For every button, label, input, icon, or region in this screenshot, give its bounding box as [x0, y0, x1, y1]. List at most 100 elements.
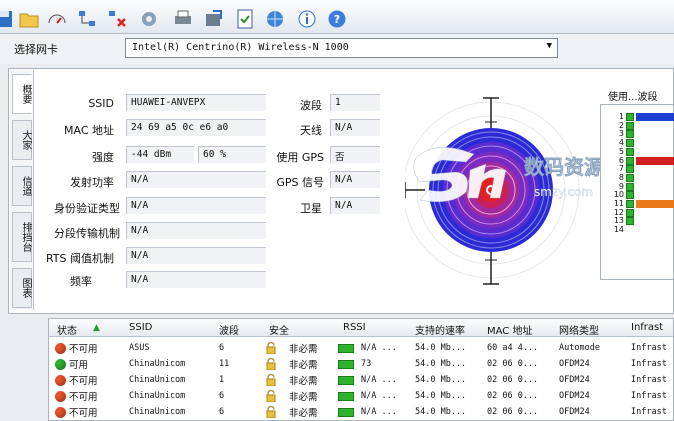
- sort-up-icon[interactable]: ▲: [93, 323, 100, 333]
- channel-number: 7: [618, 164, 624, 174]
- channel-checkbox[interactable]: [626, 139, 634, 148]
- cell-rssi: 73: [361, 359, 372, 369]
- tools-icon[interactable]: [138, 8, 160, 30]
- adapter-select[interactable]: Intel(R) Centrino(R) Wireless-N 1000 ▼: [125, 38, 558, 58]
- table-row[interactable]: 不可用 ChinaUnicom 1 非必需 N/A ... 54.0 Mb... 02 06…: [49, 372, 673, 388]
- gauge-icon[interactable]: [46, 8, 68, 30]
- channel-checkbox[interactable]: [626, 156, 634, 165]
- channel-checkbox[interactable]: [626, 113, 634, 121]
- cell-infrastructure: Infrast: [631, 407, 667, 417]
- network-icon[interactable]: [76, 8, 98, 30]
- cell-mac: 02 06 0...: [487, 375, 539, 385]
- table-row[interactable]: 不可用 ChinaUnicom 6 非必需 N/A ... 54.0 Mb... 02 06…: [49, 404, 673, 420]
- lock-icon: [266, 390, 276, 402]
- table-row[interactable]: 不可用 ChinaUnicom 6 非必需 N/A ... 54.0 Mb... 02 06…: [49, 388, 673, 404]
- globe-icon[interactable]: [264, 8, 286, 30]
- channel-checkbox[interactable]: [626, 191, 634, 200]
- save-icon[interactable]: [0, 8, 16, 30]
- cell-ssid: ChinaUnicom: [129, 375, 186, 385]
- frequency-label: 频率: [70, 275, 92, 288]
- tab-summary[interactable]: 概要: [12, 74, 32, 114]
- adapter-label: 选择网卡: [14, 43, 58, 56]
- table-row[interactable]: 不可用 ASUS 6 非必需 N/A ... 54.0 Mb... 60 a4 4... Au…: [49, 340, 673, 356]
- cell-ssid: ASUS: [129, 343, 150, 353]
- fragmentation-value: N/A: [126, 222, 266, 239]
- mac-value: 24 69 a5 0c e6 a0: [126, 119, 266, 136]
- network-list: 状态 ▲ SSID 波段 安全 RSSI 支持的速率 MAC 地址 网络类型 I…: [48, 318, 674, 421]
- channel-checkbox[interactable]: [626, 173, 634, 182]
- disconnect-icon[interactable]: [106, 8, 128, 30]
- cell-security: 非必需: [289, 360, 318, 371]
- export-icon[interactable]: [203, 8, 225, 30]
- cell-status: 不可用: [69, 392, 98, 403]
- cell-rssi: N/A ...: [361, 375, 397, 385]
- tab-gear[interactable]: 排挡台: [12, 212, 32, 262]
- checklist-icon[interactable]: [234, 8, 256, 30]
- header-network-type[interactable]: 网络类型: [559, 322, 599, 337]
- cell-ssid: ChinaUnicom: [129, 407, 186, 417]
- band-value: 1: [330, 94, 380, 111]
- channel-number: 11: [613, 199, 624, 208]
- auth-type-value: N/A: [126, 197, 266, 214]
- header-rssi[interactable]: RSSI: [343, 322, 366, 333]
- signal-percent-value: 60 %: [198, 146, 266, 163]
- channel-usage-bar: [636, 113, 674, 121]
- channel-number: 8: [618, 172, 624, 182]
- cell-ssid: ChinaUnicom: [129, 359, 186, 369]
- cell-rssi: N/A ...: [361, 407, 397, 417]
- rts-value: N/A: [126, 247, 266, 264]
- channel-checkbox[interactable]: [626, 200, 634, 208]
- channel-number: 5: [618, 146, 624, 156]
- cell-security: 非必需: [289, 408, 318, 419]
- header-security[interactable]: 安全: [269, 322, 289, 337]
- channel-checkbox[interactable]: [626, 147, 634, 156]
- cell-band: 6: [219, 391, 225, 401]
- info-icon[interactable]: [296, 8, 318, 30]
- satellite-label: 卫星: [300, 202, 322, 215]
- channel-checkbox[interactable]: [626, 121, 634, 130]
- cell-rates: 54.0 Mb...: [415, 391, 467, 401]
- header-rates[interactable]: 支持的速率: [415, 322, 465, 337]
- cell-infrastructure: Infrast: [631, 375, 667, 385]
- header-status[interactable]: 状态: [57, 322, 77, 337]
- cell-security: 非必需: [289, 376, 318, 387]
- rssi-bar-icon: [338, 344, 354, 353]
- cell-status: 不可用: [69, 408, 98, 419]
- channel-checkbox[interactable]: [626, 165, 634, 174]
- channel-checkbox[interactable]: [626, 182, 634, 191]
- chevron-down-icon: ▼: [546, 41, 552, 51]
- printer-icon[interactable]: [172, 8, 194, 30]
- mac-label: MAC 地址: [64, 124, 114, 137]
- tx-power-label: 发射功率: [70, 176, 114, 189]
- status-dot-icon: [55, 407, 66, 418]
- cell-mac: 02 06 0...: [487, 359, 539, 369]
- cell-rssi: N/A ...: [361, 391, 397, 401]
- tab-chart[interactable]: 图表: [12, 268, 32, 308]
- help-icon[interactable]: ?: [326, 8, 348, 30]
- tab-overview[interactable]: 大家: [12, 120, 32, 160]
- cell-rssi: N/A ...: [361, 343, 397, 353]
- cell-infrastructure: Infrast: [631, 359, 667, 369]
- table-row[interactable]: 可用 ChinaUnicom 11 非必需 73 54.0 Mb... 02 06 0...…: [49, 356, 673, 372]
- channel-checkbox[interactable]: [626, 208, 634, 217]
- channel-number: 4: [618, 138, 624, 148]
- cell-infrastructure: Infrast: [631, 391, 667, 401]
- header-mac[interactable]: MAC 地址: [487, 322, 532, 337]
- header-ssid[interactable]: SSID: [129, 322, 152, 333]
- cell-network-type: OFDM24: [559, 407, 590, 417]
- channel-checkbox[interactable]: [626, 130, 634, 139]
- header-band[interactable]: 波段: [219, 322, 239, 337]
- cell-rates: 54.0 Mb...: [415, 375, 467, 385]
- channel-usage-bar: [636, 156, 674, 165]
- status-dot-icon: [55, 343, 66, 354]
- adapter-row: 选择网卡 Intel(R) Centrino(R) Wireless-N 100…: [0, 34, 674, 64]
- channel-checkbox[interactable]: [626, 217, 634, 226]
- cell-rates: 54.0 Mb...: [415, 343, 467, 353]
- open-folder-icon[interactable]: [18, 8, 40, 30]
- adapter-selected-value: Intel(R) Centrino(R) Wireless-N 1000: [132, 42, 349, 53]
- tab-channel[interactable]: 信道: [12, 166, 32, 206]
- lock-icon: [266, 406, 276, 418]
- cell-ssid: ChinaUnicom: [129, 391, 186, 401]
- header-infrastructure[interactable]: Infrast: [631, 322, 663, 333]
- gps-use-label: 使用 GPS: [276, 151, 324, 164]
